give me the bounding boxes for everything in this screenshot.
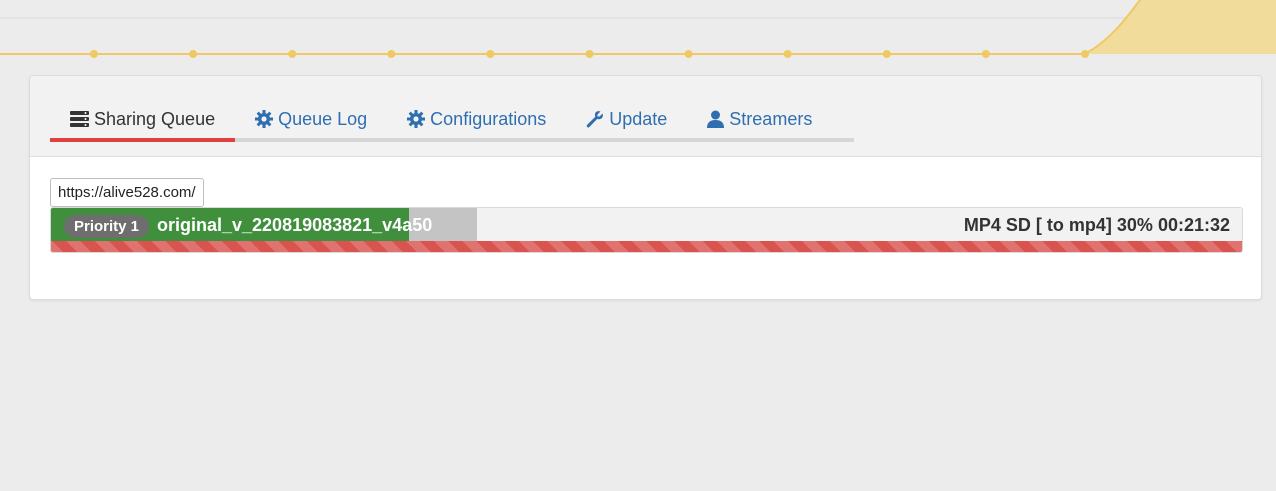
user-icon bbox=[707, 110, 725, 128]
chart-point bbox=[585, 50, 594, 58]
chart-point bbox=[189, 50, 198, 58]
chart-point bbox=[684, 50, 693, 58]
chart-point bbox=[288, 50, 297, 58]
tab-sharing-queue[interactable]: Sharing Queue bbox=[50, 100, 236, 142]
queue-job-row[interactable]: Priority 1 original_v_220819083821_v4a50… bbox=[50, 207, 1243, 253]
priority-badge: Priority 1 bbox=[64, 215, 150, 238]
gear-icon bbox=[407, 110, 426, 128]
tab-queue-log[interactable]: Queue Log bbox=[235, 100, 387, 138]
url-label[interactable]: https://alive528.com/ bbox=[50, 178, 204, 207]
tab-label: Queue Log bbox=[278, 108, 368, 129]
tab-label: Streamers bbox=[729, 108, 813, 129]
tab-bar: Sharing Queue Queue Log Configurations U… bbox=[50, 100, 854, 142]
tab-label: Configurations bbox=[430, 108, 547, 129]
chart-point bbox=[981, 50, 990, 58]
server-icon bbox=[70, 111, 89, 127]
chart-point bbox=[1081, 50, 1089, 58]
gear-icon bbox=[255, 110, 274, 128]
chart-point bbox=[882, 50, 891, 58]
job-striped-bar bbox=[51, 241, 1242, 252]
job-filename: original_v_220819083821_v4a50 bbox=[157, 215, 433, 235]
job-status: MP4 SD [ to mp4] 30% 00:21:32 bbox=[963, 215, 1230, 235]
tab-label: Update bbox=[609, 108, 668, 129]
tab-update[interactable]: Update bbox=[566, 100, 687, 138]
tab-streamers[interactable]: Streamers bbox=[687, 100, 832, 138]
chart-strip bbox=[0, 0, 1276, 58]
tab-configurations[interactable]: Configurations bbox=[387, 100, 566, 138]
queue-panel: Sharing Queue Queue Log Configurations U… bbox=[29, 75, 1262, 300]
chart-area-fill bbox=[1085, 0, 1276, 54]
chart-point bbox=[486, 50, 495, 58]
chart-point bbox=[783, 50, 792, 58]
wrench-icon bbox=[586, 111, 604, 128]
chart-point bbox=[387, 50, 396, 58]
panel-header: Sharing Queue Queue Log Configurations U… bbox=[30, 76, 1261, 157]
tab-label: Sharing Queue bbox=[94, 108, 216, 129]
chart-point bbox=[90, 50, 98, 58]
